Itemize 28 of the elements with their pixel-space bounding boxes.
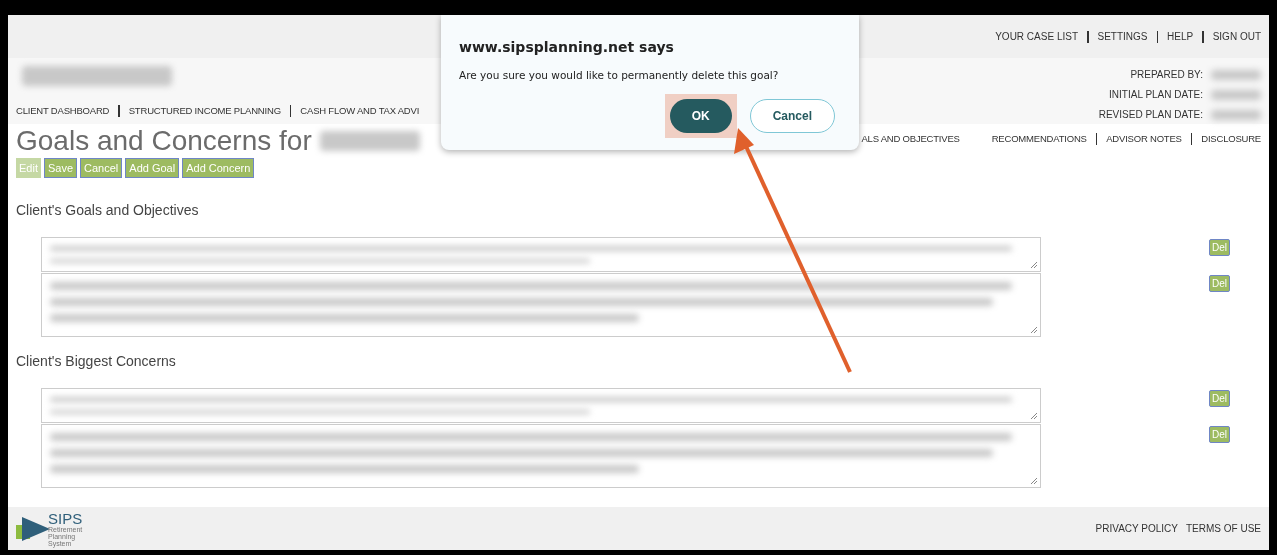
nav-link[interactable]: CASH FLOW AND TAX ADVI [300, 103, 420, 118]
dialog-button[interactable]: OK [669, 98, 732, 133]
plan-info-label: INITIAL PLAN DATE: [1109, 88, 1203, 102]
section-heading: Client's Goals and Objectives [16, 201, 200, 220]
footer-link[interactable]: PRIVACY POLICY [1095, 521, 1178, 536]
plan-info-label: PREPARED BY: [1130, 68, 1203, 82]
top-link[interactable]: YOUR CASE LIST [995, 29, 1078, 44]
nav-link[interactable]: ADVISOR NOTES [1106, 132, 1182, 147]
logo-text: SIPS [48, 510, 84, 526]
top-link[interactable]: SIGN OUT [1212, 29, 1261, 44]
nav-link[interactable]: DISCLOSURE [1201, 132, 1261, 147]
footer-link[interactable]: TERMS OF USE [1186, 521, 1261, 536]
resize-grip-icon[interactable] [1030, 261, 1038, 269]
page-title: Goals and Concerns for [16, 124, 312, 158]
nav-link[interactable]: RECOMMENDATIONS [991, 132, 1087, 147]
nav-link[interactable]: CLIENT DASHBOARD [16, 103, 110, 118]
nav-link[interactable]: STRUCTURED INCOME PLANNING [128, 103, 281, 118]
top-link[interactable]: HELP [1167, 29, 1194, 44]
section-heading: Client's Biggest Concerns [16, 352, 177, 371]
dialog-message: Are you sure you would like to permanently delete this goal? [459, 68, 780, 83]
plan-info-label: REVISED PLAN DATE: [1098, 108, 1203, 122]
nav-link[interactable]: ALS AND OBJECTIVES [861, 132, 960, 147]
resize-grip-icon[interactable] [1030, 326, 1038, 334]
dialog-button[interactable]: Cancel [749, 98, 835, 133]
top-link[interactable]: SETTINGS [1097, 29, 1148, 44]
resize-grip-icon[interactable] [1030, 477, 1038, 485]
dialog-title: www.sipsplanning.net says [459, 38, 675, 57]
resize-grip-icon[interactable] [1030, 412, 1038, 420]
